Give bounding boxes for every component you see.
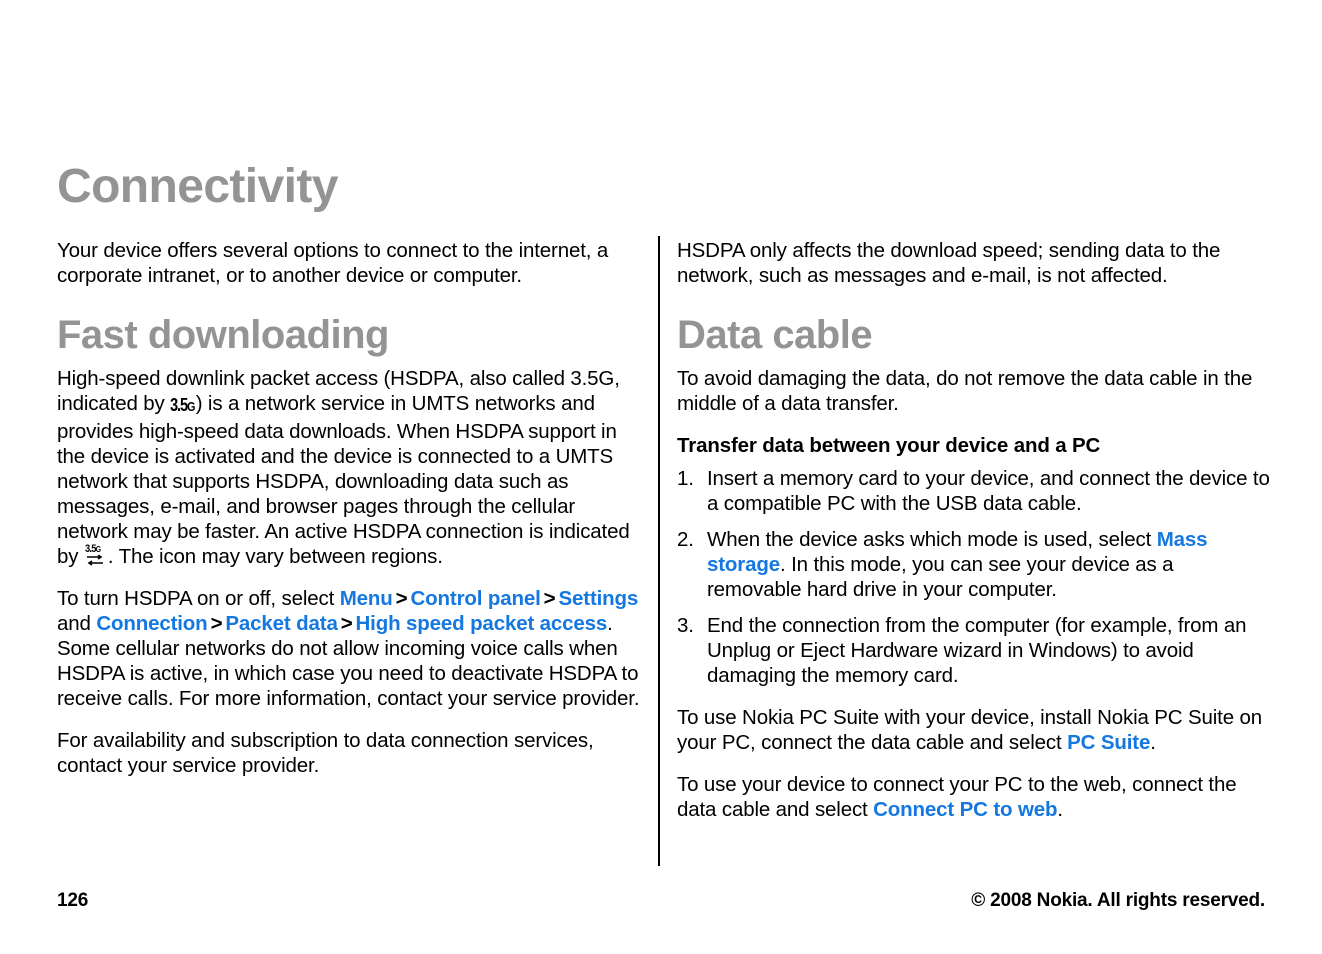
page-title: Connectivity — [57, 160, 338, 214]
page-number: 126 — [57, 890, 89, 911]
link-high-speed-packet-access[interactable]: High speed packet access — [356, 612, 608, 635]
pc-suite-text-a: To use Nokia PC Suite with your device, … — [677, 706, 1263, 754]
subsection-heading-transfer-data: Transfer data between your device and a … — [677, 434, 1101, 457]
settings-text-a: To turn HSDPA on or off, select — [57, 587, 340, 610]
link-connection[interactable]: Connection — [96, 612, 207, 635]
path-separator: > — [210, 612, 223, 635]
link-connect-pc-to-web[interactable]: Connect PC to web — [873, 798, 1057, 821]
list-item-text-a: Insert a memory card to your device, and… — [707, 467, 1270, 515]
link-settings[interactable]: Settings — [559, 587, 639, 610]
transfer-steps-list: 1. Insert a memory card to your device, a… — [677, 466, 1273, 688]
link-menu[interactable]: Menu — [340, 587, 393, 610]
list-item-text-a: When the device asks which mode is used,… — [707, 528, 1157, 551]
conjunction-and: and — [57, 612, 97, 635]
data-cable-warning-paragraph: To avoid damaging the data, do not remov… — [677, 367, 1253, 415]
section-heading-fast-downloading: Fast downloading — [57, 313, 389, 357]
list-item: 3. End the connection from the computer (… — [677, 613, 1273, 688]
pc-suite-text-b: . — [1150, 731, 1156, 754]
hsdpa-3g-icon: 3.5G — [170, 395, 195, 415]
connect-pc-to-web-paragraph: To use your device to connect your PC to… — [677, 772, 1273, 822]
document-page: Connectivity Your device offers several … — [0, 0, 1322, 954]
list-item: 2. When the device asks which mode is use… — [677, 527, 1273, 602]
connect-web-text-b: . — [1057, 798, 1063, 821]
list-item-number: 2. — [677, 528, 694, 551]
hsdpa-description-paragraph: High-speed downlink packet access (HSDPA… — [57, 366, 647, 569]
copyright-notice: © 2008 Nokia. All rights reserved. — [971, 890, 1265, 911]
path-separator: > — [340, 612, 353, 635]
hsdpa-text-c: . The icon may vary between regions. — [107, 545, 443, 568]
hsdpa-text-b: ) is a network service in UMTS networks … — [57, 392, 630, 568]
right-column: HSDPA only affects the download speed; s… — [677, 238, 1273, 822]
list-item-number: 3. — [677, 614, 694, 637]
link-packet-data[interactable]: Packet data — [225, 612, 337, 635]
link-control-panel[interactable]: Control panel — [411, 587, 541, 610]
path-separator: > — [395, 587, 408, 610]
path-separator: > — [543, 587, 556, 610]
hsdpa-download-note-paragraph: HSDPA only affects the download speed; s… — [677, 239, 1221, 287]
list-item: 1. Insert a memory card to your device, a… — [677, 466, 1273, 516]
pc-suite-paragraph: To use Nokia PC Suite with your device, … — [677, 705, 1273, 755]
list-item-number: 1. — [677, 467, 694, 490]
page-footer: 126 © 2008 Nokia. All rights reserved. — [57, 890, 1265, 916]
list-item-text-a: End the connection from the computer (fo… — [707, 614, 1247, 687]
hsdpa-3g-transfer-icon: 3.5G — [85, 544, 107, 567]
column-divider — [658, 236, 660, 866]
availability-paragraph: For availability and subscription to dat… — [57, 729, 594, 777]
section-heading-data-cable: Data cable — [677, 313, 873, 357]
hsdpa-settings-paragraph: To turn HSDPA on or off, select Menu > Con… — [57, 586, 647, 711]
intro-paragraph: Your device offers several options to co… — [57, 239, 609, 287]
link-pc-suite[interactable]: PC Suite — [1067, 731, 1150, 754]
left-column: Your device offers several options to co… — [57, 238, 647, 778]
